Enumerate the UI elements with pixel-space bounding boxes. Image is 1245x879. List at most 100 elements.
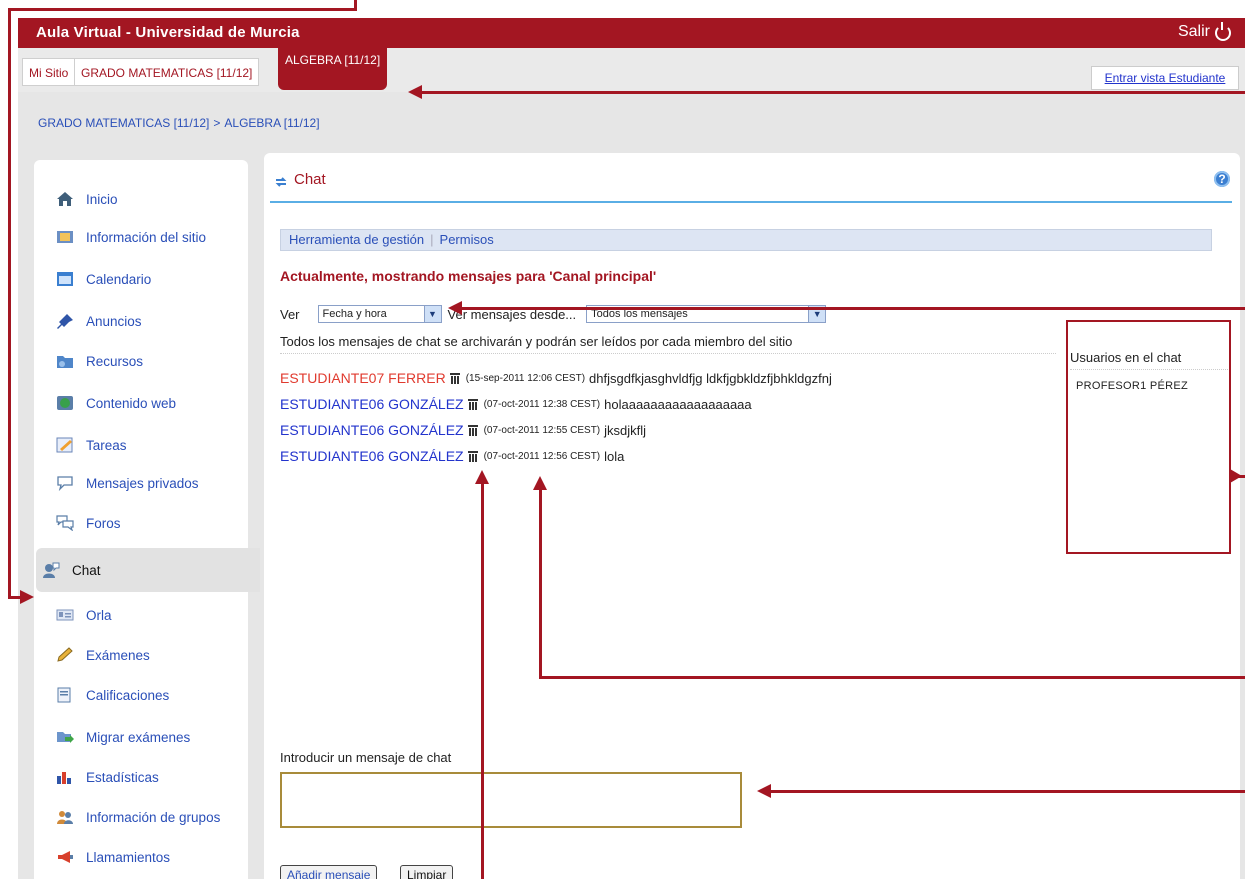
- message-text: dhfjsgdfkjasghvldfjg ldkfjgbkldzfjbhkldg…: [589, 370, 832, 386]
- site-navigation: Mi Sitio GRADO MATEMATICAS [11/12] ALGEB…: [18, 48, 1245, 92]
- sidebar-item-foros[interactable]: Foros: [34, 504, 248, 542]
- chat-panel: Chat ? Herramienta de gestión | Permisos A…: [264, 153, 1240, 879]
- id-card-icon: [56, 609, 74, 621]
- trash-icon[interactable]: [449, 372, 460, 384]
- chat-users-panel: Usuarios en el chat PROFESOR1 PÉREZ: [1070, 350, 1230, 392]
- trash-icon[interactable]: [467, 424, 478, 436]
- message-time: (07-oct-2011 12:38 CEST): [483, 398, 601, 410]
- chevron-down-icon: ▼: [423, 306, 441, 322]
- archive-note: Todos los mensajes de chat se archivarán…: [280, 334, 1056, 354]
- toolbar-separator: |: [430, 232, 434, 247]
- message-author[interactable]: ESTUDIANTE06 GONZÁLEZ: [280, 422, 464, 438]
- speech-bubble-icon: [57, 476, 73, 491]
- breadcrumb-item-grado[interactable]: GRADO MATEMATICAS [11/12]: [38, 116, 209, 130]
- sidebar-item-chat[interactable]: Chat: [36, 548, 260, 592]
- since-select-value: Todos los mensajes: [591, 308, 688, 320]
- breadcrumb-separator: >: [213, 116, 221, 130]
- message-time: (07-oct-2011 12:55 CEST): [483, 424, 601, 436]
- bar-chart-icon: [57, 772, 71, 784]
- logout-label: Salir: [1177, 23, 1210, 40]
- sidebar-item-calificaciones[interactable]: Calificaciones: [34, 676, 248, 714]
- migrate-icon: [57, 732, 74, 743]
- view-select-value: Fecha y hora: [322, 308, 387, 320]
- message-text: lola: [604, 448, 625, 464]
- sidebar-item-mensajes-privados[interactable]: Mensajes privados: [34, 464, 248, 502]
- message-time: (15-sep-2011 12:06 CEST): [465, 372, 586, 384]
- breadcrumb-item-algebra[interactable]: ALGEBRA [11/12]: [224, 116, 319, 130]
- message-author[interactable]: ESTUDIANTE06 GONZÁLEZ: [280, 448, 464, 464]
- group-icon: [57, 811, 73, 824]
- folder-icon: [57, 356, 73, 368]
- sidebar-item-contenido-web[interactable]: Contenido web: [34, 384, 248, 422]
- message-filters: Ver Fecha y hora ▼ Ver mensajes desde...…: [280, 303, 827, 325]
- trash-icon[interactable]: [467, 450, 478, 462]
- add-message-button[interactable]: Añadir mensaje: [280, 865, 378, 879]
- sidebar-item-anuncios[interactable]: Anuncios: [34, 302, 248, 340]
- message-text: jksdjkflj: [604, 422, 647, 438]
- sidebar-item-orla[interactable]: Orla: [34, 596, 248, 634]
- panel-title: Chat: [294, 171, 326, 188]
- sidebar-item-llamamientos[interactable]: Llamamientos: [34, 838, 248, 876]
- pin-icon: [57, 314, 73, 329]
- message-time: (07-oct-2011 12:56 CEST): [483, 450, 601, 462]
- app-title: Aula Virtual - Universidad de Murcia: [36, 24, 300, 41]
- sidebar-item-inicio[interactable]: Inicio: [34, 180, 248, 218]
- tab-mi-sitio[interactable]: Mi Sitio: [22, 58, 76, 86]
- logout-button[interactable]: Salir: [1177, 22, 1231, 41]
- breadcrumb: GRADO MATEMATICAS [11/12] > ALGEBRA [11/12…: [38, 116, 320, 130]
- message-text: holaaaaaaaaaaaaaaaaaa: [604, 396, 752, 412]
- message-item: ESTUDIANTE07 FERRER (15-sep-2011 12:06 C…: [280, 365, 1060, 391]
- app-window: Aula Virtual - Universidad de Murcia Sal…: [18, 18, 1245, 879]
- panel-header: Chat ?: [270, 171, 1232, 203]
- grades-icon: [57, 687, 71, 703]
- sidebar-item-examenes[interactable]: Exámenes: [34, 636, 248, 674]
- megaphone-icon: [58, 851, 73, 863]
- student-view-link[interactable]: Entrar vista Estudiante: [1091, 66, 1239, 90]
- power-icon: [1215, 22, 1231, 41]
- home-icon: [57, 192, 73, 206]
- info-icon: [57, 231, 73, 243]
- channel-status: Actualmente, mostrando mensajes para 'Ca…: [280, 268, 657, 284]
- tool-menu: Herramienta de gestión | Permisos: [280, 229, 1212, 251]
- sidebar-item-informacion-grupos[interactable]: Información de grupos: [34, 798, 248, 836]
- sidebar-item-migrar-examenes[interactable]: Migrar exámenes: [34, 718, 248, 756]
- sidebar-item-estadisticas[interactable]: Estadísticas: [34, 758, 248, 796]
- task-icon: [56, 437, 73, 453]
- message-list: ESTUDIANTE07 FERRER (15-sep-2011 12:06 C…: [280, 365, 1060, 469]
- view-label: Ver: [280, 306, 300, 322]
- sidebar-item-calendario[interactable]: Calendario: [34, 260, 248, 298]
- calendar-icon: [57, 272, 73, 286]
- chevron-down-icon: ▼: [808, 306, 826, 322]
- sidebar-item-tareas[interactable]: Tareas: [34, 426, 248, 464]
- chat-user: PROFESOR1 PÉREZ: [1076, 380, 1189, 392]
- clear-button[interactable]: Limpiar: [400, 865, 454, 879]
- tab-grado-matematicas[interactable]: GRADO MATEMATICAS [11/12]: [74, 58, 260, 86]
- sidebar-item-informacion[interactable]: Información del sitio: [34, 218, 248, 256]
- tab-algebra[interactable]: ALGEBRA [11/12]: [278, 48, 388, 90]
- manage-tool-link[interactable]: Herramienta de gestión: [289, 232, 424, 247]
- chat-message-input[interactable]: [280, 772, 742, 828]
- view-select[interactable]: Fecha y hora ▼: [317, 305, 442, 323]
- trash-icon[interactable]: [467, 398, 478, 410]
- since-label: Ver mensajes desde...: [447, 306, 577, 322]
- forum-icon: [56, 515, 74, 531]
- sidebar-item-recursos[interactable]: Recursos: [34, 342, 248, 380]
- chat-icon: [43, 562, 60, 578]
- permissions-link[interactable]: Permisos: [440, 232, 494, 247]
- globe-icon: [57, 396, 73, 410]
- message-item: ESTUDIANTE06 GONZÁLEZ (07-oct-2011 12:38…: [280, 391, 1060, 417]
- message-item: ESTUDIANTE06 GONZÁLEZ (07-oct-2011 12:56…: [280, 443, 1060, 469]
- since-select[interactable]: Todos los mensajes ▼: [586, 305, 827, 323]
- top-strip: [0, 0, 1245, 18]
- users-heading: Usuarios en el chat: [1070, 350, 1230, 370]
- refresh-icon: [275, 177, 287, 187]
- pencil-icon: [57, 647, 73, 662]
- message-author[interactable]: ESTUDIANTE06 GONZÁLEZ: [280, 396, 464, 412]
- help-icon[interactable]: ?: [1214, 171, 1230, 187]
- message-item: ESTUDIANTE06 GONZÁLEZ (07-oct-2011 12:55…: [280, 417, 1060, 443]
- sidebar: Inicio Información del sitio Calendario …: [34, 160, 260, 879]
- message-input-label: Introducir un mensaje de chat: [280, 750, 452, 765]
- message-author[interactable]: ESTUDIANTE07 FERRER: [280, 370, 446, 386]
- top-bar: Aula Virtual - Universidad de Murcia Sal…: [18, 18, 1245, 48]
- callout-line: [8, 8, 11, 599]
